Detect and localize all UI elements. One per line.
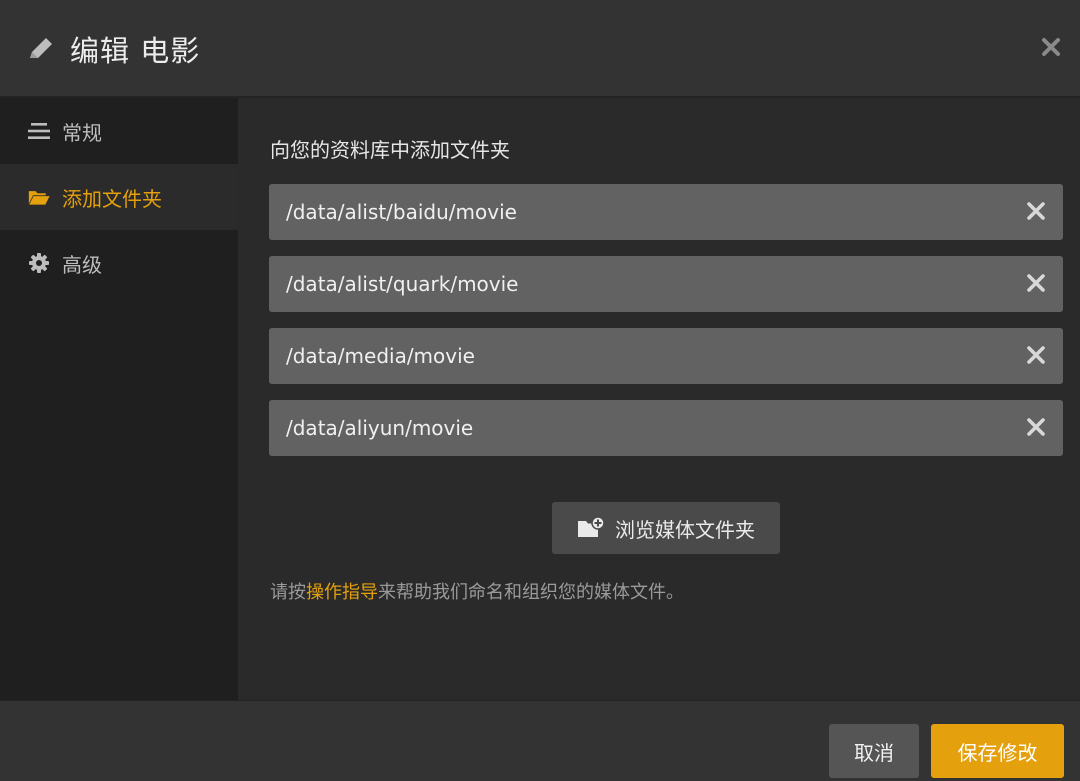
- close-icon[interactable]: [1038, 34, 1064, 60]
- gear-icon: [28, 252, 50, 274]
- browse-media-folder-button[interactable]: 浏览媒体文件夹: [552, 502, 780, 554]
- dialog-header: 编辑 电影: [0, 0, 1080, 98]
- folder-row[interactable]: /data/alist/baidu/movie: [269, 184, 1063, 240]
- dialog-footer: 取消 保存修改: [0, 700, 1080, 781]
- save-button[interactable]: 保存修改: [931, 724, 1064, 778]
- sidebar-item-add-folder[interactable]: 添加文件夹: [0, 164, 238, 230]
- pencil-icon: [30, 38, 52, 58]
- folder-path: /data/alist/quark/movie: [286, 272, 519, 296]
- folder-row[interactable]: /data/alist/quark/movie: [269, 256, 1063, 312]
- folder-path: /data/alist/baidu/movie: [286, 200, 517, 224]
- remove-icon[interactable]: [1025, 272, 1047, 294]
- guide-link[interactable]: 操作指导: [306, 582, 378, 603]
- dialog-title: 编辑 电影: [70, 34, 201, 68]
- remove-icon[interactable]: [1025, 344, 1047, 366]
- cancel-button[interactable]: 取消: [829, 724, 919, 778]
- folder-row[interactable]: /data/media/movie: [269, 328, 1063, 384]
- folder-path: /data/media/movie: [286, 344, 475, 368]
- sidebar-item-label: 高级: [62, 252, 102, 277]
- sidebar: 常规 添加文件夹 高级: [0, 98, 238, 700]
- browse-button-label: 浏览媒体文件夹: [615, 517, 755, 542]
- hint-suffix: 来帮助我们命名和组织您的媒体文件。: [378, 582, 684, 603]
- folder-row[interactable]: /data/aliyun/movie: [269, 400, 1063, 456]
- sidebar-item-label: 添加文件夹: [62, 186, 162, 211]
- sidebar-item-general[interactable]: 常规: [0, 98, 238, 164]
- folder-open-icon: [28, 186, 50, 208]
- help-hint: 请按操作指导来帮助我们命名和组织您的媒体文件。: [270, 578, 684, 604]
- list-lines-icon: [28, 120, 50, 142]
- sidebar-item-advanced[interactable]: 高级: [0, 230, 238, 296]
- folder-path: /data/aliyun/movie: [286, 416, 474, 440]
- section-label: 向您的资料库中添加文件夹: [270, 138, 510, 162]
- hint-prefix: 请按: [270, 582, 306, 603]
- remove-icon[interactable]: [1025, 200, 1047, 222]
- main-content: 向您的资料库中添加文件夹 /data/alist/baidu/movie /da…: [238, 98, 1080, 700]
- folder-plus-icon: [578, 517, 605, 537]
- sidebar-item-label: 常规: [62, 120, 102, 145]
- remove-icon[interactable]: [1025, 416, 1047, 438]
